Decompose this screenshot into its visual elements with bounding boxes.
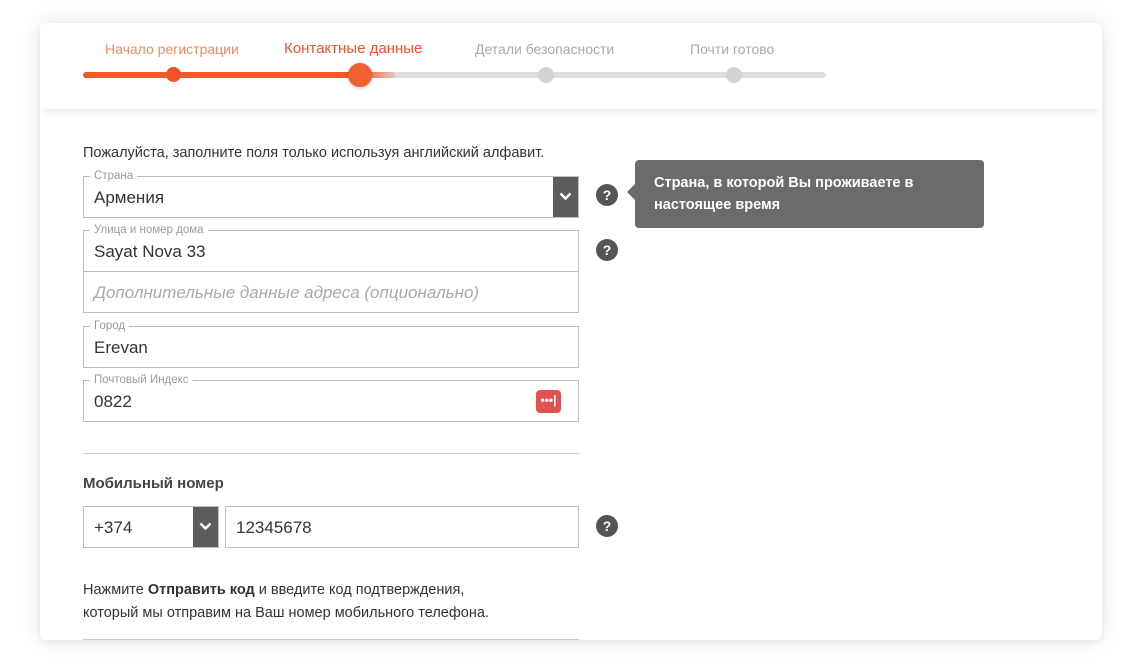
city-legend: Город <box>90 319 130 333</box>
tooltip-text-line-1: Страна, в которой Вы проживаете в <box>654 175 914 191</box>
country-help-icon[interactable]: ? <box>596 184 618 206</box>
phone-number-field[interactable]: 12345678 <box>225 506 579 548</box>
country-code-value: +374 <box>94 518 133 537</box>
postcode-legend: Почтовый Индекс <box>90 373 193 387</box>
step-dot-completed <box>166 67 181 82</box>
chevron-down-icon <box>199 522 212 531</box>
address-extra-field[interactable]: Дополнительные данные адреса (опциональн… <box>83 271 579 313</box>
country-legend: Страна <box>90 169 138 183</box>
section-divider <box>83 453 579 454</box>
progress-track <box>83 72 826 78</box>
phone-help-icon[interactable]: ? <box>596 515 618 537</box>
note-line-1: Нажмите Отправить код и введите код подт… <box>83 579 489 602</box>
street-field[interactable]: Улица и номер дома Sayat Nova 33 <box>83 223 579 272</box>
mobile-section-title: Мобильный номер <box>83 475 224 492</box>
street-help-icon[interactable]: ? <box>596 239 618 261</box>
street-legend: Улица и номер дома <box>90 223 208 237</box>
note-suffix: и введите код подтверждения, <box>254 582 465 598</box>
tooltip-arrow <box>627 184 635 200</box>
country-code-dropdown-button[interactable] <box>193 507 218 547</box>
registration-card: Начало регистрации Контактные данные Дет… <box>40 23 1102 640</box>
step-contact-details: Контактные данные <box>284 40 423 57</box>
chevron-down-icon <box>559 192 572 201</box>
step-dot-upcoming <box>538 67 554 83</box>
city-field[interactable]: Город Erevan <box>83 319 579 368</box>
send-code-note: Нажмите Отправить код и введите код подт… <box>83 579 489 625</box>
phone-number-value: 12345678 <box>236 518 312 537</box>
note-line-2: который мы отправим на Ваш номер мобильн… <box>83 605 489 621</box>
country-dropdown-button[interactable] <box>553 177 578 217</box>
postcode-value: 0822 <box>94 392 132 411</box>
step-start-registration[interactable]: Начало регистрации <box>105 41 239 57</box>
country-tooltip: Страна, в которой Вы проживаете в настоя… <box>627 160 984 228</box>
step-dot-upcoming <box>726 67 742 83</box>
progress-stepper: Начало регистрации Контактные данные Дет… <box>40 23 1102 109</box>
tooltip-text-line-2: настоящее время <box>654 197 781 213</box>
password-manager-icon[interactable]: •••| <box>536 390 561 413</box>
country-code-select[interactable]: +374 <box>83 506 219 548</box>
note-prefix: Нажмите <box>83 582 148 598</box>
country-value: Армения <box>94 188 165 207</box>
address-extra-placeholder: Дополнительные данные адреса (опциональн… <box>94 283 480 302</box>
bottom-divider <box>83 639 579 640</box>
postcode-field[interactable]: Почтовый Индекс 0822 •••| <box>83 373 579 422</box>
street-value: Sayat Nova 33 <box>94 242 206 261</box>
step-security-details: Детали безопасности <box>475 41 615 57</box>
city-value: Erevan <box>94 338 148 357</box>
country-select[interactable]: Страна Армения <box>83 169 579 218</box>
step-almost-done: Почти готово <box>690 41 775 57</box>
note-send-code-emphasis: Отправить код <box>147 582 255 598</box>
step-dot-current <box>348 63 372 87</box>
form-instruction: Пожалуйста, заполните поля только исполь… <box>83 145 545 161</box>
